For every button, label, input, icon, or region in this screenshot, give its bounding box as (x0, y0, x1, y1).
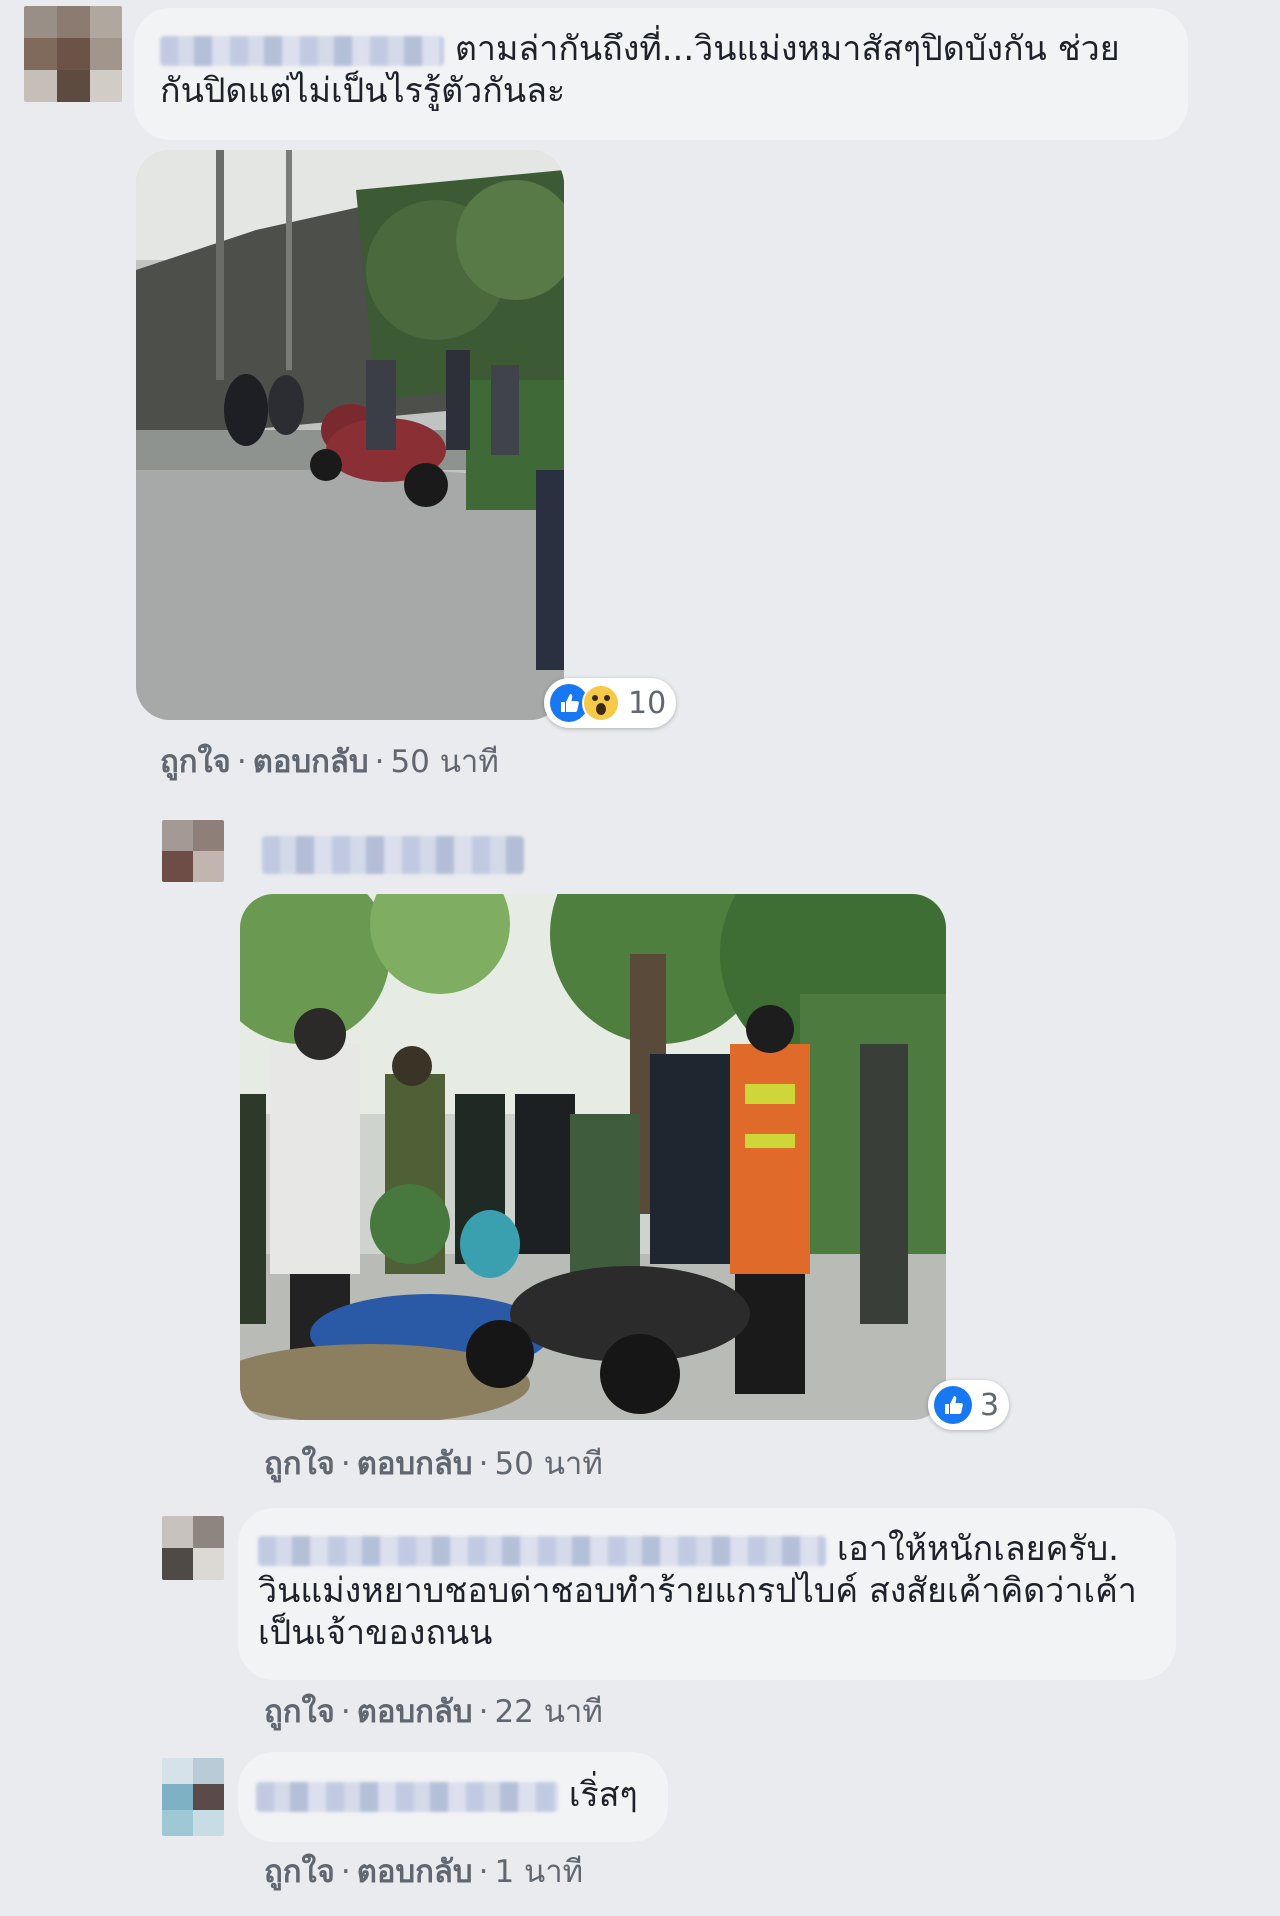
avatar[interactable] (162, 1758, 224, 1836)
like-action[interactable]: ถูกใจ (264, 1694, 335, 1730)
like-action[interactable]: ถูกใจ (264, 1854, 335, 1890)
like-icon (934, 1386, 972, 1424)
separator: · (340, 1446, 351, 1482)
like-action[interactable]: ถูกใจ (160, 744, 231, 780)
avatar[interactable] (162, 1516, 224, 1580)
avatar[interactable] (162, 820, 224, 882)
reaction-summary[interactable]: 10 (544, 678, 677, 728)
separator: · (340, 1854, 351, 1890)
separator: · (478, 1854, 489, 1890)
reply-action[interactable]: ตอบกลับ (357, 1854, 473, 1890)
reply-action[interactable]: ตอบกลับ (357, 1446, 473, 1482)
wow-icon (582, 684, 620, 722)
separator: · (340, 1694, 351, 1730)
commenter-name-blurred[interactable] (262, 836, 524, 874)
comment-photo-motorcycles-street[interactable] (136, 150, 564, 720)
comment-actions: ถูกใจ · ตอบกลับ · 1 นาที (264, 1846, 583, 1896)
comment-bubble: เอาให้หนักเลยครับ. วินแม่งหยาบชอบด่าชอบท… (238, 1508, 1176, 1680)
comment-bubble: ตามล่ากันถึงที่...วินแม่งหมาสัสๆปิดบังกั… (134, 8, 1188, 140)
commenter-name-blurred[interactable] (258, 1535, 826, 1566)
commenter-name-blurred[interactable] (160, 35, 444, 66)
separator: · (374, 744, 385, 780)
reply-action[interactable]: ตอบกลับ (253, 744, 369, 780)
reaction-count: 3 (980, 1387, 1000, 1423)
commenter-name-blurred[interactable] (256, 1781, 558, 1812)
reaction-summary[interactable]: 3 (928, 1380, 1010, 1430)
comment-actions: ถูกใจ · ตอบกลับ · 50 นาที (264, 1438, 603, 1488)
timestamp[interactable]: 22 นาที (494, 1694, 602, 1730)
comment-text: เริ่สๆ (568, 1775, 638, 1815)
timestamp[interactable]: 1 นาที (494, 1854, 583, 1890)
like-action[interactable]: ถูกใจ (264, 1446, 335, 1482)
avatar[interactable] (24, 6, 122, 102)
timestamp[interactable]: 50 นาที (494, 1446, 602, 1482)
comment-bubble: เริ่สๆ (238, 1752, 668, 1842)
timestamp[interactable]: 50 นาที (390, 744, 498, 780)
reply-action[interactable]: ตอบกลับ (357, 1694, 473, 1730)
separator: · (236, 744, 247, 780)
comment-photo-crowd-motorcycles[interactable] (240, 894, 946, 1420)
comment-actions: ถูกใจ · ตอบกลับ · 22 นาที (264, 1686, 603, 1736)
separator: · (478, 1446, 489, 1482)
comment-actions: ถูกใจ · ตอบกลับ · 50 นาที (160, 736, 499, 786)
reaction-count: 10 (628, 685, 667, 721)
separator: · (478, 1694, 489, 1730)
